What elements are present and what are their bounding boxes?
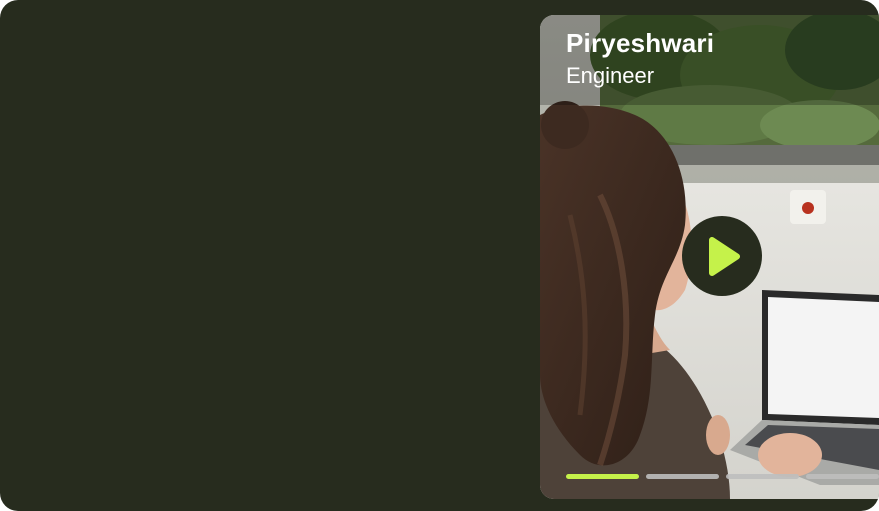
progress-segment [806,474,879,479]
story-author-role: Engineer [566,63,655,88]
progress-segment-active [566,474,639,479]
play-icon [709,237,740,276]
progress-segment [646,474,719,479]
play-button[interactable] [682,216,762,296]
story-card[interactable]: Piryeshwari Engineer [540,15,879,499]
stories-panel: Piryeshwari Engineer [0,0,879,511]
progress-segment [726,474,799,479]
story-author-name: Piryeshwari [566,28,715,58]
